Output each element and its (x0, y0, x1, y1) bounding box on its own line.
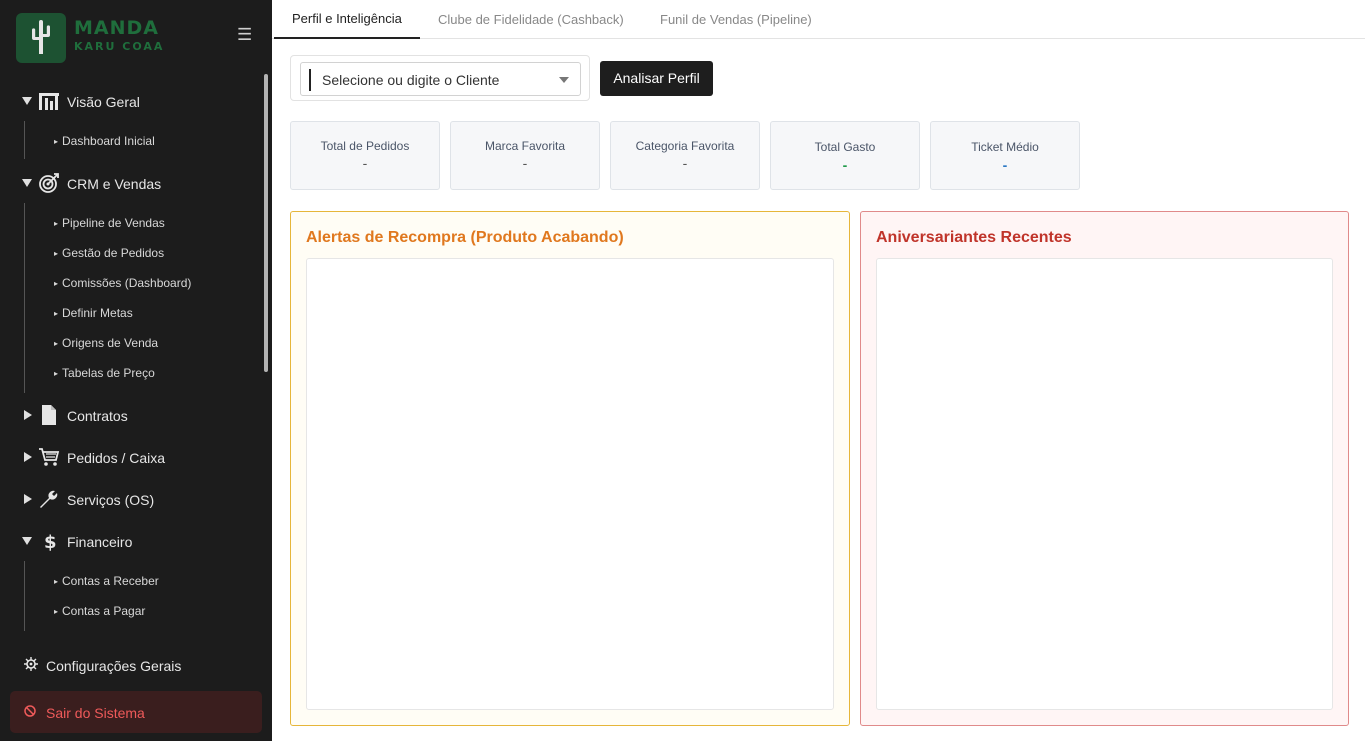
brand-line-2: KARU COAA (74, 40, 165, 53)
stat-value: - (522, 155, 528, 171)
panel-title: Alertas de Recompra (Produto Acabando) (306, 229, 624, 246)
nav-group-label: Serviços (OS) (67, 492, 155, 508)
sidebar-item-label: Origens de Venda (62, 336, 159, 350)
client-selector-card: Selecione ou digite o Cliente (290, 55, 590, 101)
tab-label: Clube de Fidelidade (Cashback) (438, 12, 624, 27)
sidebar-item-label: Contas a Pagar (62, 604, 146, 618)
rebuy-alerts-list (306, 258, 834, 710)
stat-label: Total de Pedidos (320, 139, 410, 153)
submenu-line (24, 561, 25, 631)
panel-title: Aniversariantes Recentes (876, 229, 1072, 246)
dollar-icon: $ (44, 532, 57, 552)
document-icon (42, 405, 56, 425)
ban-icon (24, 705, 36, 717)
tab-clube-fidelidade[interactable]: Clube de Fidelidade (Cashback) (422, 0, 624, 39)
settings-label: Configurações Gerais (46, 658, 182, 674)
stat-card-marca-favorita: Marca Favorita - (450, 121, 600, 190)
stat-value: - (1002, 157, 1008, 173)
sidebar-item-comissoes[interactable]: ▸ Comissões (Dashboard) (54, 276, 191, 290)
svg-text:$: $ (44, 532, 57, 552)
nav-group-label: Pedidos / Caixa (67, 450, 166, 466)
cart-icon (39, 448, 60, 466)
logout-button[interactable]: Sair do Sistema (10, 691, 262, 733)
client-select-placeholder: Selecione ou digite o Cliente (322, 72, 500, 88)
caret-down-icon (22, 179, 32, 187)
tab-label: Perfil e Inteligência (292, 11, 402, 26)
rebuy-alerts-panel: Alertas de Recompra (Produto Acabando) (290, 211, 850, 726)
nav-group-label: Visão Geral (67, 94, 140, 110)
caret-down-icon (22, 537, 32, 545)
logout-label: Sair do Sistema (46, 705, 145, 721)
submenu-line (24, 203, 25, 393)
stat-card-total-gasto: Total Gasto - (770, 121, 920, 190)
caret-right-icon (24, 410, 32, 420)
tab-bar: Perfil e Inteligência Clube de Fidelidad… (272, 0, 1365, 39)
nav-group-visao-geral[interactable]: Visão Geral (22, 89, 252, 115)
sidebar-item-label: Definir Metas (62, 306, 133, 320)
nav-group-label: CRM e Vendas (67, 176, 162, 192)
sidebar-item-label: Tabelas de Preço (62, 366, 155, 380)
tab-label: Funil de Vendas (Pipeline) (660, 12, 812, 27)
sidebar-item-dashboard-inicial[interactable]: ▸ Dashboard Inicial (54, 134, 155, 148)
client-select[interactable]: Selecione ou digite o Cliente (300, 62, 581, 96)
sidebar-item-origens-venda[interactable]: ▸ Origens de Venda (54, 336, 158, 350)
sidebar-item-contas-pagar[interactable]: ▸ Contas a Pagar (54, 604, 145, 618)
sidebar-item-label: Pipeline de Vendas (62, 216, 165, 230)
dashboard-bars-icon (39, 93, 59, 110)
stat-value: - (362, 155, 368, 171)
stat-label: Categoria Favorita (635, 139, 735, 153)
chevron-down-icon (559, 77, 569, 83)
sidebar-item-gestao-pedidos[interactable]: ▸ Gestão de Pedidos (54, 246, 164, 260)
nav-group-financeiro[interactable]: $ Financeiro (22, 529, 252, 555)
stat-card-total-pedidos: Total de Pedidos - (290, 121, 440, 190)
sidebar-item-label: Dashboard Inicial (62, 134, 155, 148)
stat-label: Total Gasto (814, 140, 876, 154)
nav-group-contratos[interactable]: Contratos (22, 403, 252, 429)
settings-link[interactable]: Configurações Gerais (24, 656, 254, 676)
sidebar-scrollbar[interactable] (264, 74, 268, 372)
analyze-profile-button[interactable]: Analisar Perfil (600, 61, 713, 96)
nav-group-pedidos-caixa[interactable]: Pedidos / Caixa (22, 445, 252, 471)
stat-label: Marca Favorita (484, 139, 566, 153)
sidebar-item-tabelas-preco[interactable]: ▸ Tabelas de Preço (54, 366, 155, 380)
sidebar-item-definir-metas[interactable]: ▸ Definir Metas (54, 306, 133, 320)
caret-down-icon (22, 97, 32, 105)
sidebar: MANDA KARU COAA ☰ Visão Geral ▸ Dashboard… (0, 0, 272, 741)
sidebar-item-contas-receber[interactable]: ▸ Contas a Receber (54, 574, 159, 588)
sidebar-item-pipeline-vendas[interactable]: ▸ Pipeline de Vendas (54, 216, 165, 230)
submenu-line (24, 121, 25, 159)
text-cursor (309, 69, 311, 91)
birthdays-list (876, 258, 1333, 710)
caret-right-icon (24, 494, 32, 504)
sidebar-item-label: Comissões (Dashboard) (62, 276, 192, 290)
nav-group-label: Financeiro (67, 534, 133, 550)
stat-value: - (842, 157, 848, 173)
menu-toggle-icon[interactable]: ☰ (237, 26, 252, 43)
target-icon (39, 173, 59, 193)
birthdays-panel: Aniversariantes Recentes (860, 211, 1349, 726)
caret-right-icon (24, 452, 32, 462)
nav-group-servicos[interactable]: Serviços (OS) (22, 487, 252, 513)
nav-group-crm-vendas[interactable]: CRM e Vendas (22, 171, 252, 197)
sidebar-item-label: Gestão de Pedidos (62, 246, 165, 260)
stat-label: Ticket Médio (971, 140, 1039, 154)
sidebar-item-label: Contas a Receber (62, 574, 159, 588)
nav-group-label: Contratos (67, 408, 128, 424)
brand-line-1: MANDA (74, 17, 159, 39)
wrench-icon (40, 490, 58, 508)
gear-icon (24, 657, 38, 671)
stat-card-categoria-favorita: Categoria Favorita - (610, 121, 760, 190)
brand-name: MANDA KARU COAA (74, 17, 165, 53)
cactus-logo-icon (16, 13, 66, 63)
tab-funil-vendas[interactable]: Funil de Vendas (Pipeline) (644, 0, 819, 39)
stat-card-ticket-medio: Ticket Médio - (930, 121, 1080, 190)
tab-perfil-inteligencia[interactable]: Perfil e Inteligência (274, 0, 420, 39)
stat-value: - (682, 155, 688, 171)
brand: MANDA KARU COAA ☰ (16, 13, 256, 63)
